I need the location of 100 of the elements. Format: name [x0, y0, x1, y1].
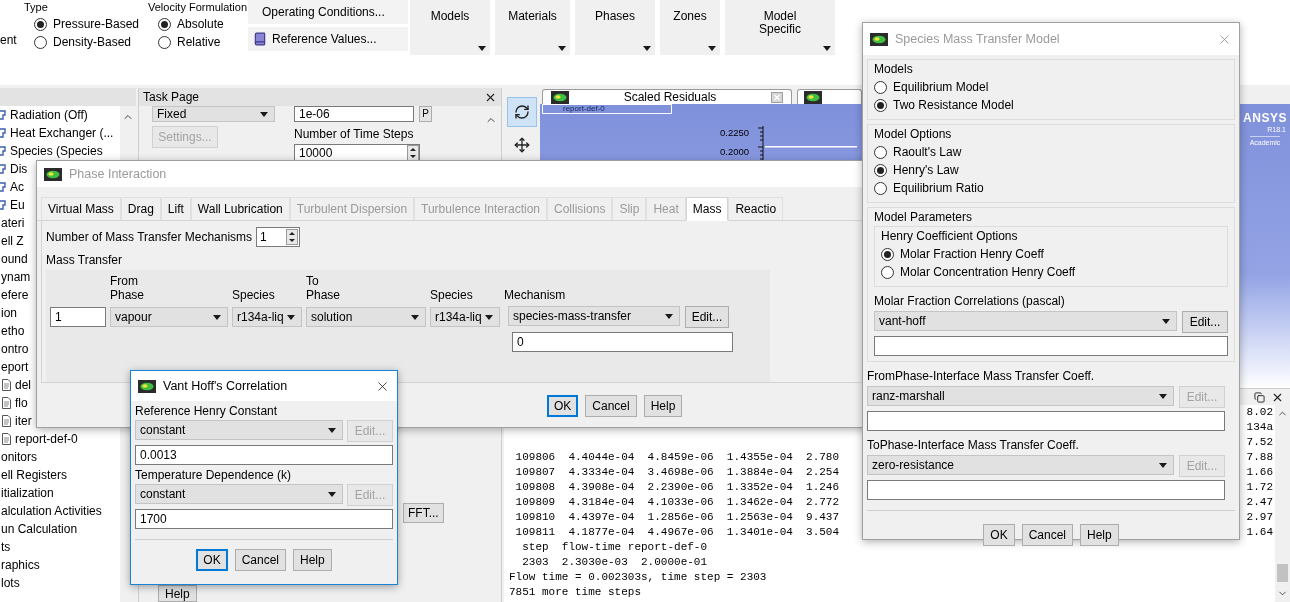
radio-button[interactable] — [874, 80, 887, 94]
spinner-arrows-icon[interactable] — [286, 229, 299, 245]
input-field[interactable]: 0 — [512, 332, 733, 352]
tree-item[interactable]: raphics — [0, 559, 40, 571]
dropdown[interactable]: Fixed — [152, 106, 275, 122]
tree-item[interactable]: Heat Exchanger (... — [10, 127, 114, 139]
tree-item[interactable]: ynam — [0, 271, 31, 283]
spinner-arrows-icon[interactable] — [407, 145, 419, 161]
restore-icon[interactable] — [1254, 391, 1265, 403]
input-field[interactable] — [867, 480, 1225, 500]
tree-item[interactable]: ell Z — [0, 235, 24, 247]
input-field[interactable]: 1 — [50, 307, 106, 327]
tree-item[interactable]: efere — [0, 289, 29, 301]
reference-values-button[interactable]: Reference Values... — [248, 27, 408, 51]
input-field[interactable] — [874, 336, 1228, 356]
input-field[interactable]: 1700 — [135, 509, 393, 529]
help-button[interactable]: Help — [158, 585, 197, 602]
spin-box[interactable]: 1 — [256, 227, 301, 247]
scroll-thumb[interactable] — [1277, 564, 1288, 582]
tab[interactable]: Virtual Mass — [41, 197, 121, 221]
graphics-tab[interactable] — [797, 89, 862, 104]
operating-conditions-button[interactable]: Operating Conditions... — [248, 0, 408, 24]
tree-item[interactable]: ion — [0, 307, 17, 319]
ribbon-menu-button[interactable]: Model Specific — [725, 0, 835, 55]
console-text: 1.72 — [1246, 482, 1274, 493]
radio-button[interactable] — [874, 145, 887, 159]
tree-item[interactable]: flo — [15, 397, 28, 409]
dialog-button[interactable]: Cancel — [1021, 524, 1073, 546]
tree-item[interactable]: report-def-0 — [15, 433, 78, 445]
tree-item[interactable]: Dis — [10, 163, 28, 175]
group-title: Type — [24, 2, 49, 13]
tree-item[interactable]: Species (Species — [10, 145, 103, 157]
tree-item[interactable]: itialization — [0, 487, 54, 499]
tab[interactable]: Drag — [120, 197, 161, 221]
graphics-tab[interactable]: Scaled Residuals — [542, 89, 792, 104]
dropdown[interactable]: solution — [306, 307, 426, 327]
dropdown[interactable]: constant — [135, 420, 343, 440]
radio-button[interactable] — [881, 265, 894, 279]
dialog-button[interactable]: OK — [196, 549, 228, 571]
ribbon-menu-button[interactable]: Phases — [575, 0, 655, 55]
tab-close-icon[interactable] — [771, 91, 783, 103]
radio-button[interactable] — [874, 98, 887, 112]
refresh-button[interactable] — [507, 97, 537, 127]
edit-button[interactable]: Edit... — [1182, 311, 1228, 333]
radio-button[interactable] — [874, 181, 887, 195]
radio-button[interactable] — [874, 163, 887, 177]
radio-button[interactable] — [34, 17, 47, 31]
radio-label: Absolute — [177, 18, 224, 30]
dialog-button[interactable]: Cancel — [585, 395, 637, 417]
radio-label: Pressure-Based — [53, 18, 140, 30]
tree-item[interactable]: un Calculation — [0, 523, 78, 535]
tree-item[interactable]: Ac — [10, 181, 24, 193]
tree-item[interactable]: del — [15, 379, 31, 391]
dropdown[interactable]: r134a-liq — [232, 307, 302, 327]
dialog-button[interactable]: Help — [643, 395, 683, 417]
tree-item[interactable]: ound — [0, 253, 28, 265]
tree-item[interactable]: Radiation (Off) — [10, 109, 88, 121]
dropdown[interactable]: vant-hoff — [874, 311, 1177, 331]
dropdown[interactable]: vapour — [110, 307, 228, 327]
input-field[interactable]: 0.0013 — [135, 445, 393, 465]
input-field[interactable] — [867, 411, 1225, 431]
ribbon-menu-button[interactable]: Zones — [660, 0, 720, 55]
tree-item[interactable]: ateri — [0, 217, 25, 229]
dialog-button[interactable]: OK — [983, 524, 1015, 546]
dropdown[interactable]: zero-resistance — [867, 455, 1174, 475]
tree-item[interactable]: Eu — [10, 199, 25, 211]
small-button[interactable]: P — [419, 106, 432, 122]
dialog-button[interactable]: Help — [1080, 524, 1119, 546]
tab[interactable]: Mass — [685, 197, 729, 221]
tree-item[interactable]: etho — [0, 325, 25, 337]
radio-button[interactable] — [881, 247, 894, 261]
ribbon-menu-button[interactable]: Materials — [495, 0, 570, 55]
dialog-button[interactable]: Cancel — [234, 549, 286, 571]
dialog-button[interactable]: OK — [547, 395, 579, 417]
radio-label: Equilibrium Model — [893, 81, 989, 93]
radio-button[interactable] — [158, 17, 171, 31]
move-icon[interactable] — [514, 137, 530, 153]
edit-button[interactable]: Edit... — [685, 306, 729, 328]
tab[interactable]: Wall Lubrication — [190, 197, 290, 221]
tree-item[interactable]: alculation Activities — [0, 505, 102, 517]
dropdown[interactable]: r134a-liq — [430, 307, 500, 327]
input-field[interactable]: 1e-06 — [294, 106, 414, 122]
tree-item[interactable]: iter — [15, 415, 32, 427]
dropdown[interactable]: species-mass-transfer — [508, 306, 680, 326]
fft-button[interactable]: FFT... — [403, 503, 444, 523]
tab[interactable]: Lift — [160, 197, 191, 221]
tree-item[interactable]: ell Registers — [0, 469, 68, 481]
dialog-button[interactable]: Help — [293, 549, 332, 571]
dropdown[interactable]: constant — [135, 484, 343, 504]
console-text: 8.02 — [1246, 407, 1274, 418]
tree-item[interactable]: onitors — [0, 451, 38, 463]
tree-item[interactable]: eport — [0, 361, 29, 373]
tab[interactable]: Reactio — [728, 197, 784, 221]
dropdown[interactable]: ranz-marshall — [867, 386, 1174, 406]
tree-item[interactable]: ontro — [0, 343, 29, 355]
tree-item[interactable]: ts — [0, 541, 11, 553]
tree-item[interactable]: lots — [0, 577, 20, 589]
radio-button[interactable] — [34, 35, 47, 49]
radio-button[interactable] — [158, 35, 171, 49]
ribbon-menu-button[interactable]: Models — [410, 0, 490, 55]
